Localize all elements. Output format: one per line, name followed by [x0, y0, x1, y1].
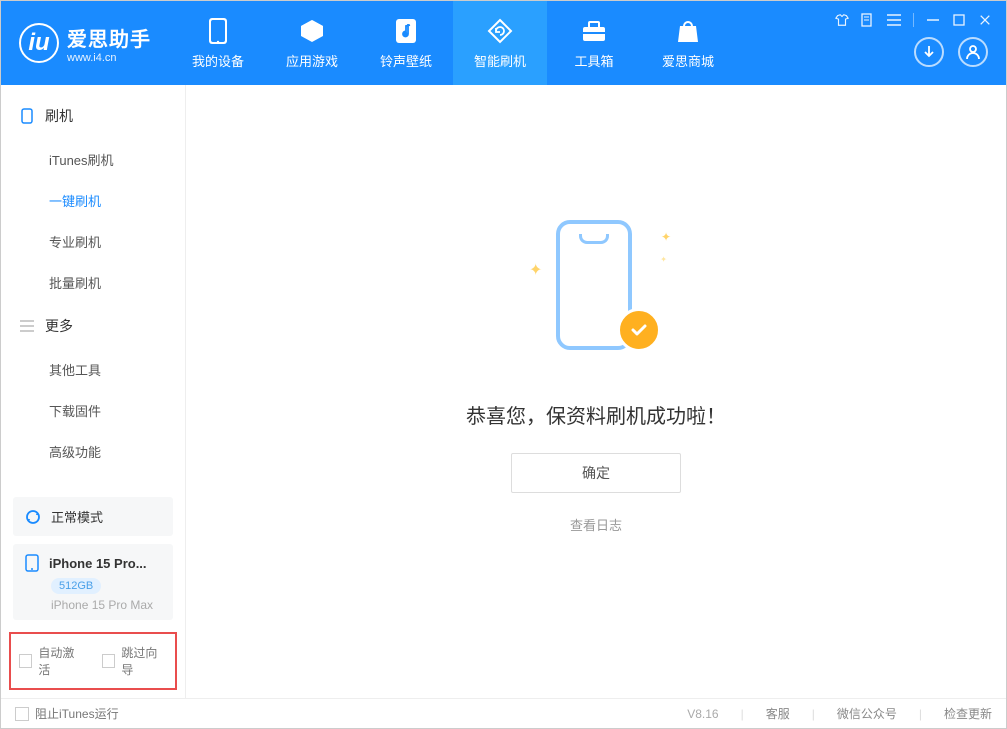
cube-icon [297, 17, 327, 45]
nav-toolbox[interactable]: 工具箱 [547, 1, 641, 85]
group-label: 刷机 [45, 106, 73, 126]
nav-label: 铃声壁纸 [380, 51, 432, 70]
device-storage: 512GB [51, 578, 101, 594]
logo-text: 爱思助手 www.i4.cn [67, 23, 151, 64]
wechat-link[interactable]: 微信公众号 [837, 705, 897, 722]
sidebar-item-other[interactable]: 其他工具 [1, 349, 185, 390]
device-card[interactable]: iPhone 15 Pro... 512GB iPhone 15 Pro Max [13, 544, 173, 620]
window-controls [835, 13, 992, 27]
prevent-itunes-checkbox[interactable]: 阻止iTunes运行 [15, 705, 119, 722]
skip-guide-checkbox[interactable]: 跳过向导 [102, 644, 167, 678]
refresh-icon [485, 17, 515, 45]
phone-icon [19, 108, 35, 124]
header-actions [914, 37, 988, 67]
device-name: iPhone 15 Pro... [49, 556, 147, 571]
success-message: 恭喜您，保资料刷机成功啦！ [466, 400, 726, 429]
feedback-icon[interactable] [861, 13, 875, 27]
sidebar-group-more: 更多 [1, 303, 185, 349]
sidebar-item-batch[interactable]: 批量刷机 [1, 262, 185, 303]
header: iu 爱思助手 www.i4.cn 我的设备 应用游戏 [1, 1, 1006, 85]
version-label: V8.16 [687, 707, 718, 721]
nav-label: 智能刷机 [474, 51, 526, 70]
sidebar: 刷机 iTunes刷机 一键刷机 专业刷机 批量刷机 更多 其他工具 下载固件 … [1, 85, 186, 698]
checkbox-box [15, 707, 29, 721]
app-logo-icon: iu [19, 23, 59, 63]
nav-my-device[interactable]: 我的设备 [171, 1, 265, 85]
main-panel: ✦ ✦ ✦ 恭喜您，保资料刷机成功啦！ 确定 查看日志 [186, 85, 1006, 698]
sparkle-icon: ✦ [529, 260, 542, 280]
divider [913, 13, 914, 27]
app-name: 爱思助手 [67, 23, 151, 52]
music-icon [391, 17, 421, 45]
minimize-button[interactable] [926, 13, 940, 27]
checkbox-box [102, 654, 115, 668]
nav-flash[interactable]: 智能刷机 [453, 1, 547, 85]
device-icon [203, 17, 233, 45]
download-button[interactable] [914, 37, 944, 67]
sidebar-item-pro[interactable]: 专业刷机 [1, 221, 185, 262]
sidebar-group-flash: 刷机 [1, 93, 185, 139]
auto-activate-checkbox[interactable]: 自动激活 [19, 644, 84, 678]
nav-ringtone[interactable]: 铃声壁纸 [359, 1, 453, 85]
checkbox-label: 自动激活 [38, 644, 84, 678]
phone-icon [25, 554, 39, 572]
menu-icon[interactable] [887, 13, 901, 27]
nav-apps[interactable]: 应用游戏 [265, 1, 359, 85]
group-label: 更多 [45, 316, 73, 336]
device-model: iPhone 15 Pro Max [51, 598, 161, 612]
skin-icon[interactable] [835, 13, 849, 27]
checkbox-label: 跳过向导 [121, 644, 167, 678]
toolbox-icon [579, 17, 609, 45]
app-url: www.i4.cn [67, 52, 151, 64]
mode-label: 正常模式 [51, 507, 103, 526]
checkbox-label: 阻止iTunes运行 [35, 705, 119, 722]
update-link[interactable]: 检查更新 [944, 705, 992, 722]
sidebar-item-oneclick[interactable]: 一键刷机 [1, 180, 185, 221]
checkbox-row: 自动激活 跳过向导 [9, 632, 177, 690]
footer: 阻止iTunes运行 V8.16 | 客服 | 微信公众号 | 检查更新 [1, 698, 1006, 728]
divider: | [812, 707, 815, 721]
success-illustration: ✦ ✦ ✦ [521, 210, 671, 370]
check-badge-icon [617, 308, 661, 352]
user-button[interactable] [958, 37, 988, 67]
nav-label: 应用游戏 [286, 51, 338, 70]
sidebar-item-itunes[interactable]: iTunes刷机 [1, 139, 185, 180]
divider: | [741, 707, 744, 721]
sparkle-icon: ✦ [660, 255, 667, 264]
close-button[interactable] [978, 13, 992, 27]
logo-area: iu 爱思助手 www.i4.cn [1, 23, 171, 64]
view-log-link[interactable]: 查看日志 [570, 515, 622, 534]
checkbox-box [19, 654, 32, 668]
nav-label: 工具箱 [574, 51, 613, 70]
confirm-button[interactable]: 确定 [511, 453, 681, 493]
divider: | [919, 707, 922, 721]
sidebar-item-advanced[interactable]: 高级功能 [1, 431, 185, 472]
nav-label: 爱思商城 [662, 51, 714, 70]
device-mode[interactable]: 正常模式 [13, 497, 173, 536]
sidebar-item-firmware[interactable]: 下载固件 [1, 390, 185, 431]
support-link[interactable]: 客服 [766, 705, 790, 722]
sparkle-icon: ✦ [661, 230, 671, 244]
list-icon [19, 318, 35, 334]
nav-store[interactable]: 爱思商城 [641, 1, 735, 85]
bag-icon [673, 17, 703, 45]
maximize-button[interactable] [952, 13, 966, 27]
sync-icon [25, 509, 41, 525]
nav-label: 我的设备 [192, 51, 244, 70]
